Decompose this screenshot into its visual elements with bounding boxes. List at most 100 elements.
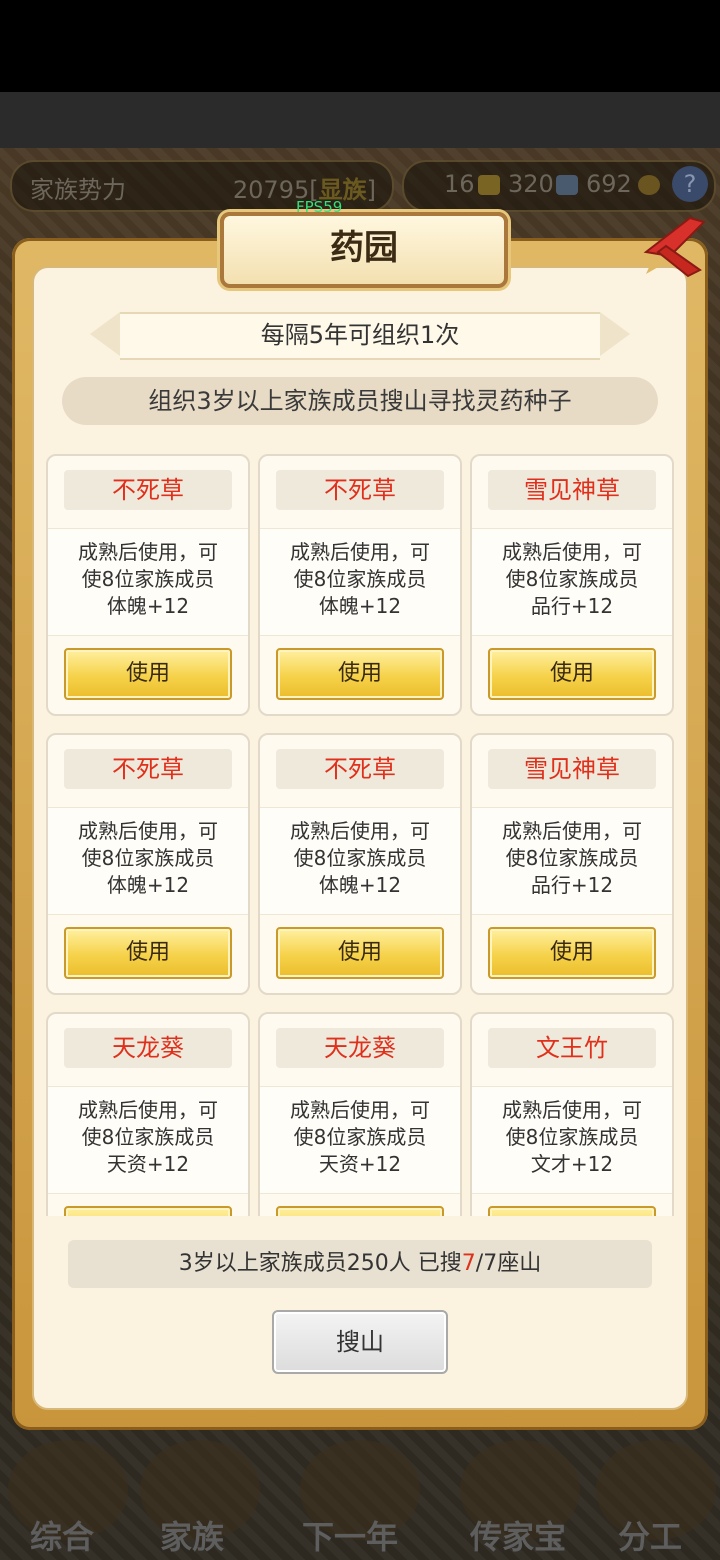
herb-card: 雪见神草 成熟后使用，可 使8位家族成员 品行+12 使用	[470, 454, 674, 716]
herb-name: 不死草	[324, 476, 396, 504]
gold-ingot-icon	[478, 175, 500, 195]
herb-description: 成熟后使用，可 使8位家族成员 品行+12	[472, 807, 672, 915]
herb-grid[interactable]: 不死草 成熟后使用，可 使8位家族成员 体魄+12 使用 不死草 成熟后使用，可 使8…	[40, 450, 680, 1216]
family-power-label: 家族势力	[30, 176, 126, 204]
searched-count: 7	[461, 1251, 476, 1276]
herb-name-tag: 雪见神草	[488, 470, 656, 510]
use-button-label: 使用	[337, 661, 382, 686]
herb-name: 雪见神草	[524, 476, 620, 504]
use-button[interactable]: 使用	[488, 1206, 656, 1216]
herb-name: 天龙葵	[112, 1034, 184, 1062]
dialog-title-plaque: 药园	[220, 212, 508, 288]
desc-line: 成熟后使用，可	[290, 1098, 430, 1122]
close-icon[interactable]	[640, 212, 710, 282]
herb-card: 不死草 成熟后使用，可 使8位家族成员 体魄+12 使用	[258, 454, 462, 716]
rank-bracket-close: ]	[366, 176, 376, 204]
herb-description: 成熟后使用，可 使8位家族成员 体魄+12	[260, 807, 460, 915]
help-icon[interactable]: ?	[672, 166, 708, 202]
herb-description: 成熟后使用，可 使8位家族成员 体魄+12	[260, 528, 460, 636]
fps-counter: FPS59	[296, 198, 343, 216]
ribbon-left-cap	[90, 312, 120, 356]
herb-name-tag: 不死草	[64, 470, 232, 510]
desc-line: 文才+12	[530, 1152, 614, 1176]
use-button-label: 使用	[125, 661, 170, 686]
desc-line: 成熟后使用，可	[78, 819, 218, 843]
resource-1-value: 16	[444, 170, 475, 198]
herb-card: 不死草 成熟后使用，可 使8位家族成员 体魄+12 使用	[46, 454, 250, 716]
resource-2-value: 320	[508, 170, 554, 198]
status-prefix: 3岁以上家族成员250人 已搜	[178, 1251, 462, 1276]
frequency-ribbon: 每隔5年可组织1次	[90, 312, 630, 360]
desc-line: 使8位家族成员	[293, 846, 427, 870]
herb-description: 成熟后使用，可 使8位家族成员 天资+12	[260, 1086, 460, 1194]
herb-card: 文王竹 成熟后使用，可使8位家族成员文才+12 使用	[470, 1012, 674, 1216]
herb-name-tag: 不死草	[276, 470, 444, 510]
use-button[interactable]: 使用	[276, 927, 444, 979]
desc-line: 使8位家族成员	[81, 846, 215, 870]
herb-name: 不死草	[112, 755, 184, 783]
desc-line: 天资+12	[318, 1152, 402, 1176]
desc-line: 使8位家族成员	[81, 567, 215, 591]
nav-item-general[interactable]: 综合	[30, 1512, 94, 1558]
herb-name: 雪见神草	[524, 755, 620, 783]
status-bar	[0, 0, 720, 92]
desc-line: 成熟后使用，可	[78, 1098, 218, 1122]
use-button[interactable]: 使用	[64, 927, 232, 979]
nav-item-next-year[interactable]: 下一年	[302, 1512, 398, 1558]
desc-line: 体魄+12	[318, 873, 402, 897]
herb-card: 天龙葵 成熟后使用，可使8位家族成员天资+12 使用	[46, 1012, 250, 1216]
desc-line: 品行+12	[530, 873, 614, 897]
desc-line: 体魄+12	[318, 594, 402, 618]
dialog-title: 药园	[330, 228, 398, 268]
frequency-text: 每隔5年可组织1次	[260, 321, 460, 349]
desc-line: 使8位家族成员	[505, 1125, 639, 1149]
top-gray-bar	[0, 92, 720, 148]
herb-description: 成熟后使用，可 使8位家族成员 品行+12	[472, 528, 672, 636]
desc-line: 使8位家族成员	[293, 567, 427, 591]
search-status-bar: 3岁以上家族成员250人 已搜7/7座山	[68, 1240, 652, 1288]
herb-name: 文王竹	[536, 1034, 608, 1062]
desc-line: 成熟后使用，可	[502, 540, 642, 564]
use-button[interactable]: 使用	[64, 1206, 232, 1216]
use-button-label: 使用	[125, 940, 170, 965]
resource-3-value: 692	[586, 170, 632, 198]
use-button-label: 使用	[549, 661, 594, 686]
nav-item-division[interactable]: 分工	[618, 1512, 682, 1558]
ribbon-right-cap	[600, 312, 630, 356]
herb-description: 成熟后使用，可 使8位家族成员 体魄+12	[48, 807, 248, 915]
instruction-text: 组织3岁以上家族成员搜山寻找灵药种子	[148, 387, 572, 415]
search-status-text: 3岁以上家族成员250人 已搜7/7座山	[179, 1251, 541, 1276]
nav-item-family[interactable]: 家族	[160, 1512, 224, 1558]
use-button-label: 使用	[549, 940, 594, 965]
nav-item-heirloom[interactable]: 传家宝	[470, 1512, 566, 1558]
instruction-banner: 组织3岁以上家族成员搜山寻找灵药种子	[62, 377, 658, 425]
silver-ingot-icon	[556, 175, 578, 195]
herb-description: 成熟后使用，可 使8位家族成员 天资+12	[48, 1086, 248, 1194]
herb-name-tag: 不死草	[276, 749, 444, 789]
herb-name-tag: 天龙葵	[64, 1028, 232, 1068]
use-button[interactable]: 使用	[488, 927, 656, 979]
ribbon-body: 每隔5年可组织1次	[120, 312, 600, 360]
herb-name: 天龙葵	[324, 1034, 396, 1062]
herb-name-tag: 天龙葵	[276, 1028, 444, 1068]
use-button[interactable]: 使用	[276, 1206, 444, 1216]
status-suffix: /7座山	[475, 1251, 542, 1276]
herb-card: 不死草 成熟后使用，可 使8位家族成员 体魄+12 使用	[258, 733, 462, 995]
use-button[interactable]: 使用	[488, 648, 656, 700]
search-mountain-button[interactable]: 搜山	[272, 1310, 448, 1374]
desc-line: 使8位家族成员	[505, 846, 639, 870]
herb-card: 雪见神草 成熟后使用，可 使8位家族成员 品行+12 使用	[470, 733, 674, 995]
use-button[interactable]: 使用	[276, 648, 444, 700]
herb-name: 不死草	[112, 476, 184, 504]
search-mountain-label: 搜山	[336, 1328, 384, 1356]
herb-name-tag: 不死草	[64, 749, 232, 789]
herb-description: 成熟后使用，可 使8位家族成员 体魄+12	[48, 528, 248, 636]
resources-panel: 16 320 692 ?	[402, 160, 716, 212]
use-button[interactable]: 使用	[64, 648, 232, 700]
desc-line: 天资+12	[106, 1152, 190, 1176]
desc-line: 体魄+12	[106, 873, 190, 897]
desc-line: 成熟后使用，可	[290, 819, 430, 843]
desc-line: 使8位家族成员	[505, 567, 639, 591]
coin-icon	[638, 175, 660, 195]
herb-name-tag: 文王竹	[488, 1028, 656, 1068]
